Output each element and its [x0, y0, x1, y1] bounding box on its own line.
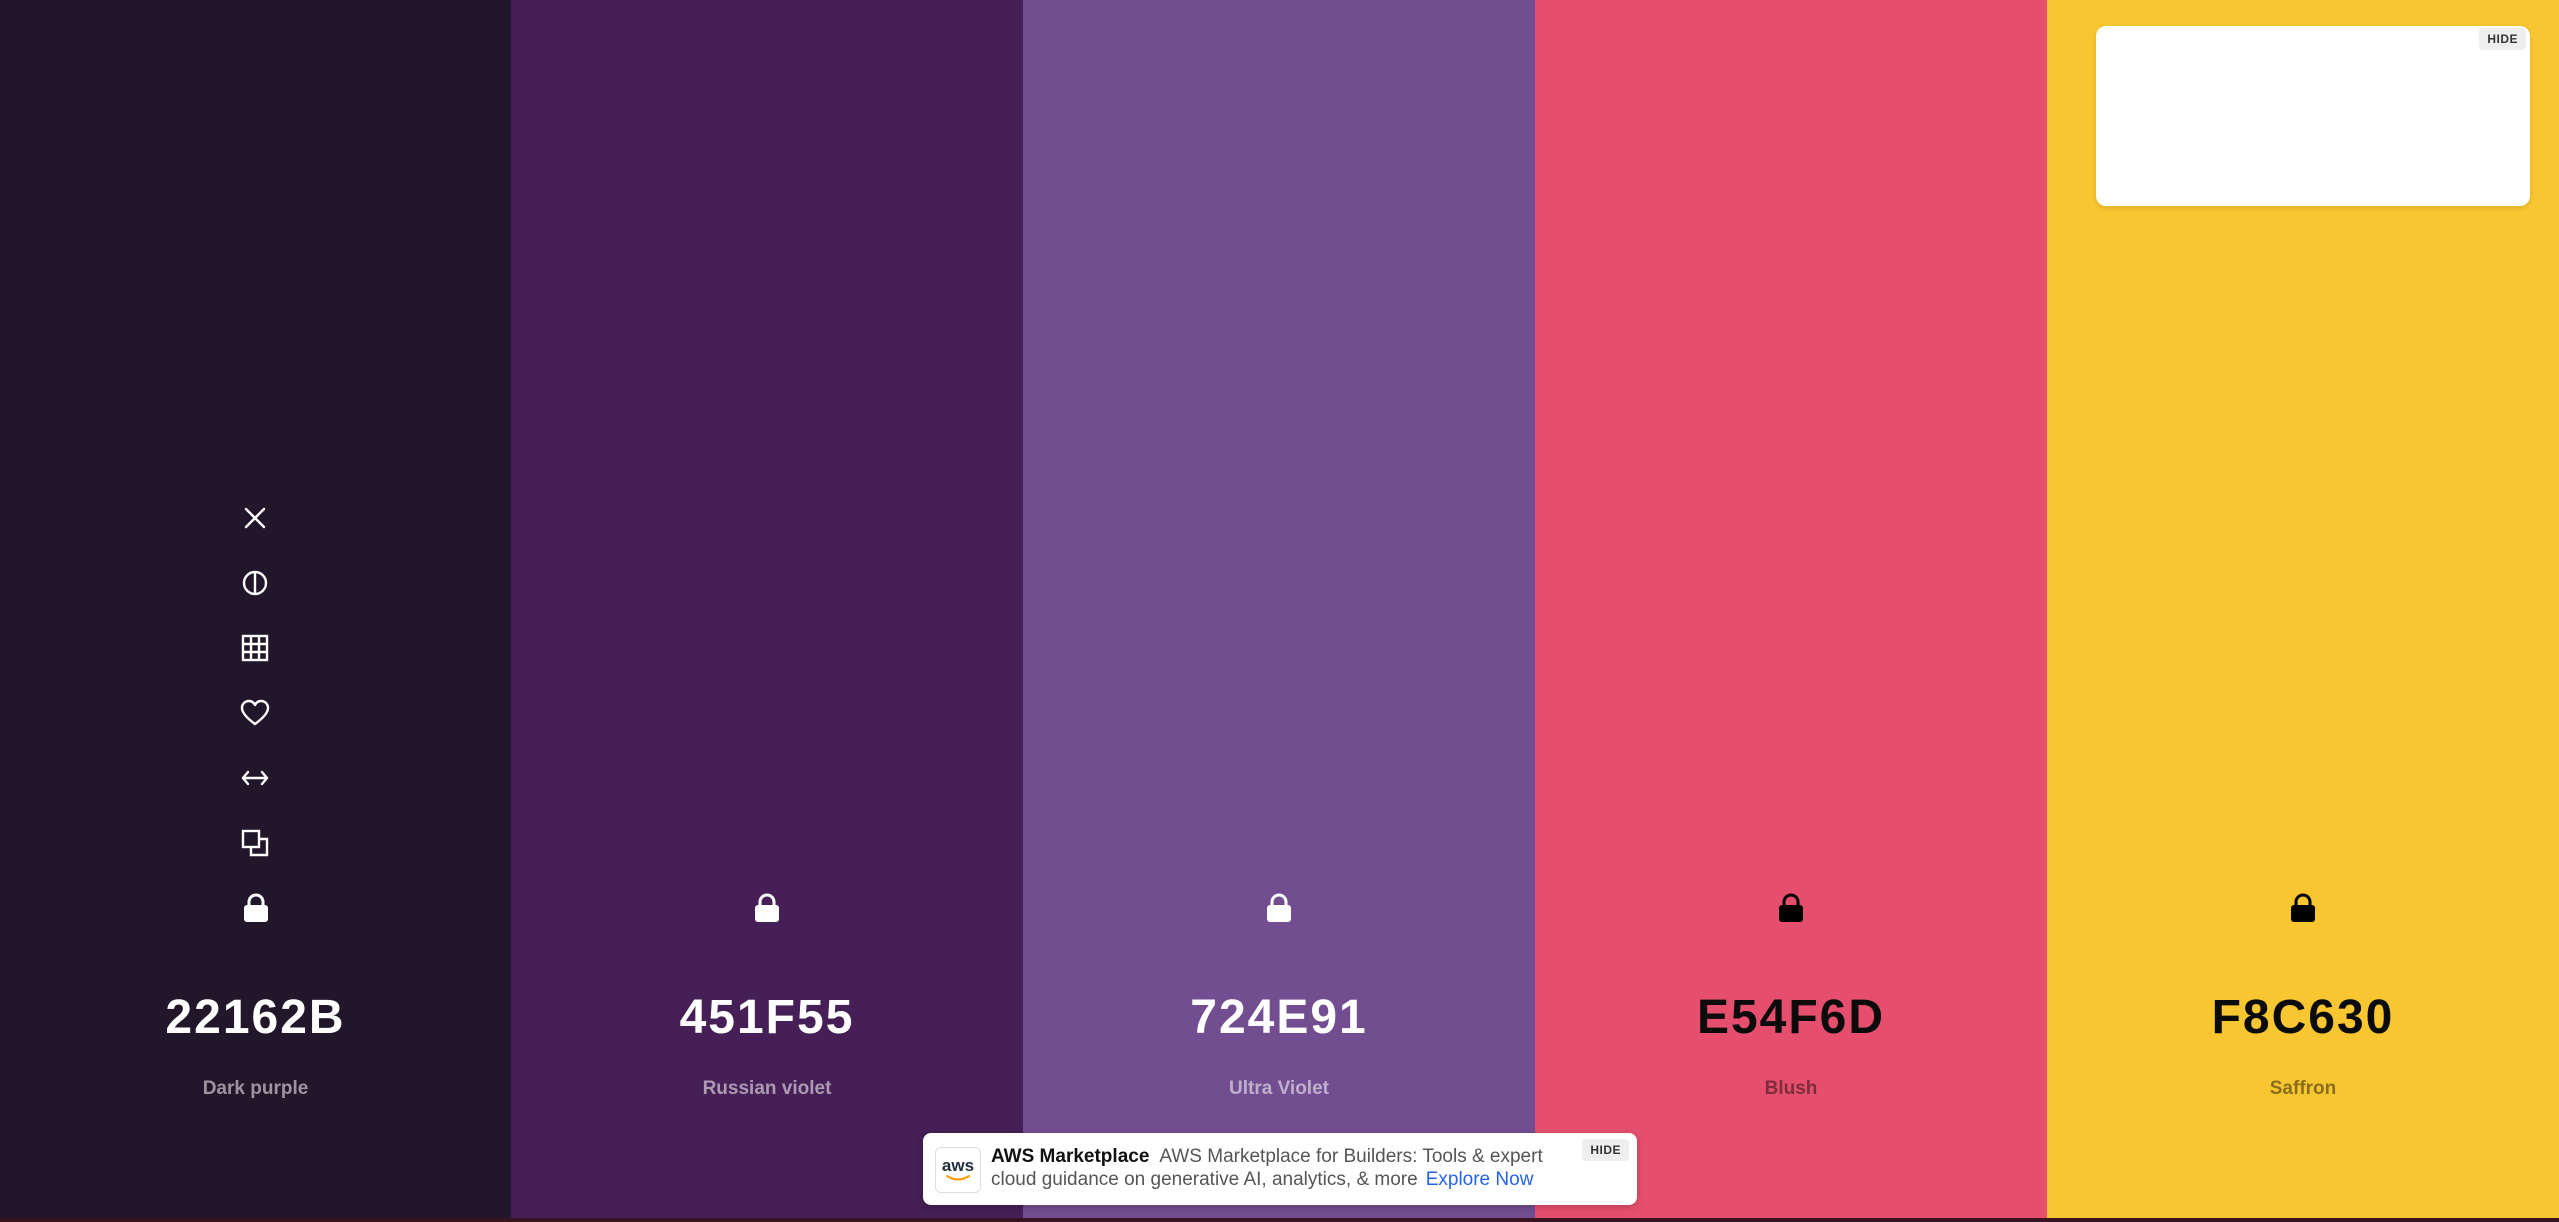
hide-ad-button[interactable]: HIDE: [2479, 28, 2526, 50]
color-swatch-4[interactable]: E54F6D Blush: [1535, 0, 2047, 1218]
color-hex[interactable]: 451F55: [511, 990, 1023, 1045]
color-swatch-3[interactable]: 724E91 Ultra Violet: [1023, 0, 1535, 1218]
lock-icon: [243, 893, 268, 922]
lock-button[interactable]: [2285, 890, 2321, 926]
banner-brand: AWS Marketplace: [991, 1146, 1150, 1167]
lock-button[interactable]: [1773, 890, 1809, 926]
aws-logo-text: aws: [941, 1156, 975, 1175]
drag-button[interactable]: [235, 758, 275, 798]
remove-color-button[interactable]: [235, 498, 275, 538]
view-contrast-button[interactable]: [235, 563, 275, 603]
color-hex[interactable]: F8C630: [2047, 990, 2559, 1045]
explore-now-link[interactable]: Explore Now: [1426, 1169, 1534, 1190]
lock-button[interactable]: [238, 890, 274, 926]
color-hex[interactable]: 724E91: [1023, 990, 1535, 1045]
color-hex[interactable]: E54F6D: [1535, 990, 2047, 1045]
save-color-button[interactable]: [235, 693, 275, 733]
color-name[interactable]: Dark purple: [0, 1078, 511, 1100]
lock-icon: [1267, 893, 1291, 922]
copy-icon: [241, 829, 269, 857]
shades-grid-icon: [241, 634, 269, 662]
bottom-border: [0, 1218, 2559, 1222]
lock-button[interactable]: [1261, 890, 1297, 926]
smile-icon: [946, 1175, 970, 1181]
color-name[interactable]: Saffron: [2047, 1078, 2559, 1100]
color-swatch-2[interactable]: 451F55 Russian violet: [511, 0, 1023, 1218]
lock-icon: [2291, 893, 2315, 922]
ad-box: HIDE: [2096, 26, 2530, 206]
color-name[interactable]: Ultra Violet: [1023, 1078, 1535, 1100]
ad-banner[interactable]: aws AWS Marketplace AWS Marketplace for B…: [923, 1133, 1637, 1205]
view-shades-button[interactable]: [235, 628, 275, 668]
color-name[interactable]: Blush: [1535, 1078, 2047, 1100]
contrast-icon: [242, 570, 268, 596]
aws-logo: aws: [935, 1147, 981, 1193]
lock-icon: [1779, 893, 1803, 922]
copy-hex-button[interactable]: [235, 823, 275, 863]
close-icon: [244, 507, 266, 529]
color-swatch-1[interactable]: 22162B Dark purple: [0, 0, 511, 1218]
heart-icon: [240, 699, 270, 726]
banner-text-block: AWS Marketplace AWS Marketplace for Build…: [991, 1145, 1551, 1191]
color-name[interactable]: Russian violet: [511, 1078, 1023, 1100]
lock-icon: [755, 893, 779, 922]
drag-arrows-icon: [241, 770, 269, 786]
hide-banner-button[interactable]: HIDE: [1582, 1139, 1629, 1161]
lock-button[interactable]: [749, 890, 785, 926]
color-hex[interactable]: 22162B: [0, 990, 511, 1045]
